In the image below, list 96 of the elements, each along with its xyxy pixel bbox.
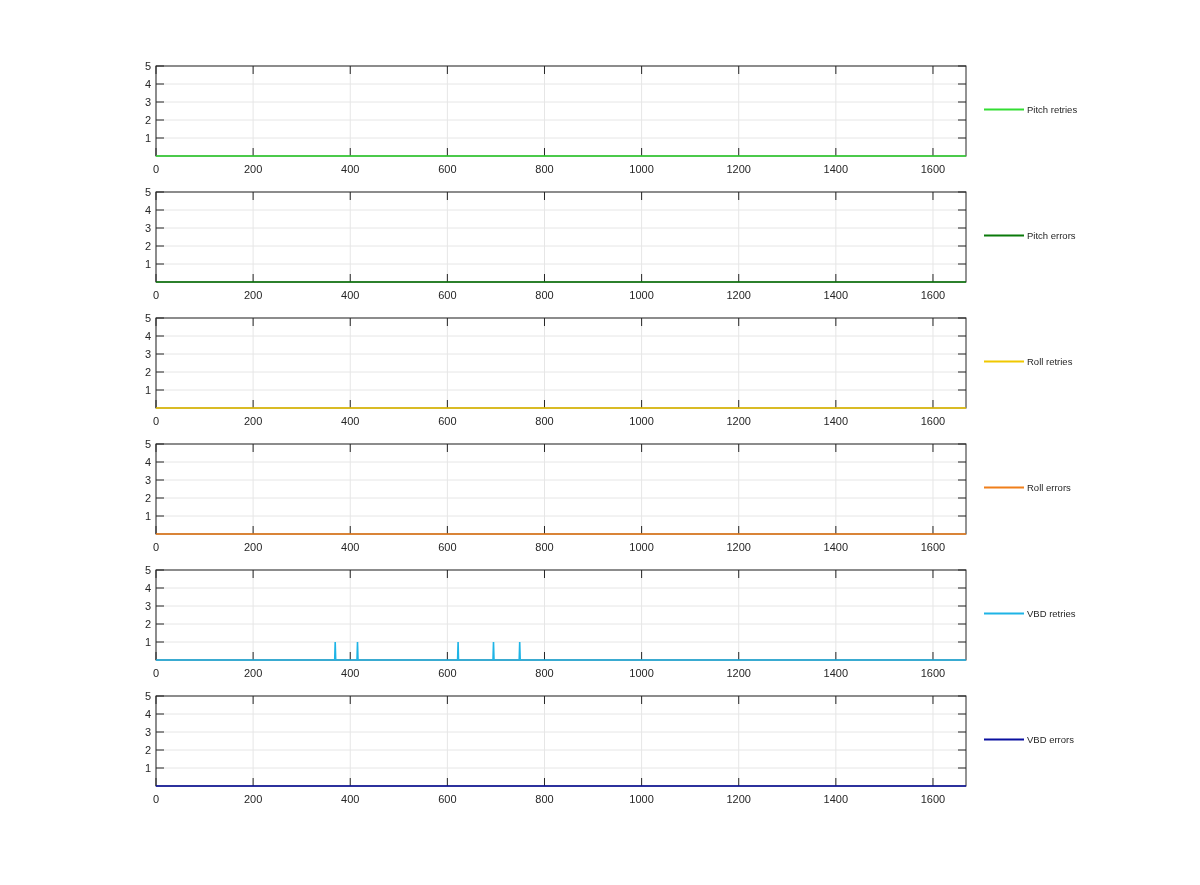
x-tick-label: 800: [535, 289, 554, 301]
y-tick-label: 2: [144, 240, 151, 252]
x-tick-label: 1000: [629, 793, 654, 805]
legend-label: Roll retries: [1027, 356, 1073, 367]
x-tick-label: 400: [341, 793, 360, 805]
legend-label: VBD errors: [1027, 734, 1074, 745]
legend-line-icon: [984, 107, 1024, 112]
x-tick-label: 1400: [823, 667, 849, 679]
y-tick-label: 3: [144, 474, 151, 486]
x-tick-label: 0: [152, 667, 160, 679]
x-tick-label: 1600: [920, 415, 946, 427]
legend-label: Roll errors: [1027, 482, 1071, 493]
y-tick-label: 1: [144, 132, 151, 144]
y-tick-label: 1: [144, 510, 151, 522]
x-tick-label: 1000: [629, 415, 654, 427]
y-tick-label: 3: [144, 222, 151, 234]
y-tick-label: 2: [144, 744, 151, 756]
y-tick-label: 5: [144, 438, 151, 450]
y-tick-label: 2: [144, 114, 151, 126]
x-tick-label: 400: [341, 415, 360, 427]
x-tick-label: 0: [152, 415, 160, 427]
x-tick-label: 1200: [726, 793, 751, 805]
x-tick-label: 400: [341, 667, 360, 679]
x-tick-label: 0: [152, 793, 160, 805]
y-tick-label: 3: [144, 348, 151, 360]
x-tick-label: 400: [341, 163, 360, 175]
x-tick-label: 1400: [823, 415, 849, 427]
x-tick-label: 600: [438, 541, 457, 553]
y-tick-label: 3: [144, 600, 151, 612]
x-tick-label: 600: [438, 667, 457, 679]
legend-line-icon: [984, 611, 1024, 616]
x-tick-label: 200: [243, 289, 263, 301]
y-tick-label: 2: [144, 492, 151, 504]
y-tick-label: 4: [144, 582, 151, 594]
y-tick-label: 4: [144, 204, 151, 216]
legend-label: Pitch retries: [1027, 104, 1078, 115]
legend-line-icon: [984, 233, 1024, 238]
x-tick-label: 600: [438, 289, 457, 301]
legend-label: Pitch errors: [1027, 230, 1076, 241]
x-tick-label: 200: [243, 415, 263, 427]
x-tick-label: 1200: [726, 415, 751, 427]
x-tick-label: 0: [152, 541, 160, 553]
x-tick-label: 800: [535, 793, 554, 805]
y-tick-label: 1: [144, 762, 151, 774]
x-tick-label: 1000: [629, 163, 654, 175]
x-tick-label: 400: [341, 289, 360, 301]
x-tick-label: 1400: [823, 793, 849, 805]
y-tick-label: 3: [144, 726, 151, 738]
legend-line-icon: [984, 359, 1024, 364]
legend-label: VBD retries: [1027, 608, 1076, 619]
x-tick-label: 800: [535, 163, 554, 175]
x-tick-label: 1600: [920, 793, 946, 805]
y-tick-label: 2: [144, 618, 151, 630]
y-tick-label: 1: [144, 258, 151, 270]
y-tick-label: 4: [144, 78, 151, 90]
x-tick-label: 1600: [920, 541, 946, 553]
x-tick-label: 400: [341, 541, 360, 553]
y-tick-label: 5: [144, 60, 151, 72]
y-tick-label: 4: [144, 456, 151, 468]
x-tick-label: 200: [243, 793, 263, 805]
x-tick-label: 1200: [726, 667, 751, 679]
y-tick-label: 2: [144, 366, 151, 378]
x-tick-label: 200: [243, 667, 263, 679]
x-tick-label: 1200: [726, 541, 751, 553]
x-tick-label: 1600: [920, 289, 946, 301]
x-tick-label: 600: [438, 793, 457, 805]
x-tick-label: 1400: [823, 289, 849, 301]
x-tick-label: 1000: [629, 541, 654, 553]
x-tick-label: 200: [243, 163, 263, 175]
x-tick-label: 1400: [823, 541, 849, 553]
x-tick-label: 0: [152, 163, 160, 175]
y-tick-label: 1: [144, 384, 151, 396]
y-tick-label: 5: [144, 186, 151, 198]
x-tick-label: 600: [438, 415, 457, 427]
x-tick-label: 200: [243, 541, 263, 553]
y-tick-label: 4: [144, 708, 151, 720]
y-tick-label: 4: [144, 330, 151, 342]
legend-line-icon: [984, 485, 1024, 490]
x-tick-label: 800: [535, 667, 554, 679]
x-tick-label: 0: [152, 289, 160, 301]
x-tick-label: 600: [438, 163, 457, 175]
x-tick-label: 1200: [726, 163, 751, 175]
x-tick-label: 1000: [629, 667, 654, 679]
y-tick-label: 3: [144, 96, 151, 108]
x-tick-label: 1400: [823, 163, 849, 175]
y-tick-label: 5: [144, 312, 151, 324]
x-tick-label: 1000: [629, 289, 654, 301]
x-tick-label: 1600: [920, 667, 946, 679]
x-tick-label: 800: [535, 541, 554, 553]
x-tick-label: 1200: [726, 289, 751, 301]
legend-line-icon: [984, 737, 1024, 742]
x-tick-label: 1600: [920, 163, 946, 175]
y-tick-label: 5: [144, 564, 151, 576]
y-tick-label: 1: [144, 636, 151, 648]
y-tick-label: 5: [144, 690, 151, 702]
x-tick-label: 800: [535, 415, 554, 427]
